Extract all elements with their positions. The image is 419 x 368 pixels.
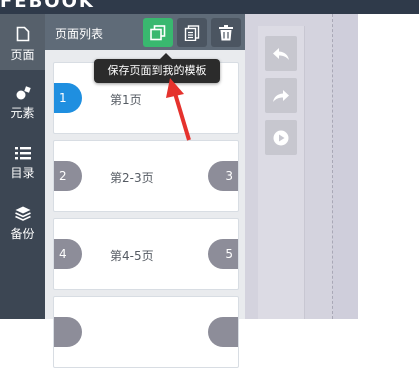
- sidebar-item-pages[interactable]: 页面: [0, 14, 45, 70]
- page-number-badge: 3: [208, 161, 238, 191]
- page-card-4-5[interactable]: 4 第4-5页 5: [53, 218, 239, 290]
- page-number-badge: 2: [54, 161, 82, 191]
- sidebar-item-label: 页面: [10, 48, 35, 62]
- page-number-badge: 5: [208, 239, 238, 269]
- preview-button[interactable]: [265, 120, 297, 155]
- play-icon: [273, 130, 289, 145]
- panel-title: 页面列表: [55, 27, 104, 41]
- canvas-page: [358, 14, 419, 319]
- sidebar-item-elements[interactable]: 元素: [0, 80, 45, 128]
- page-number-badge: 4: [54, 239, 82, 269]
- save-to-templates-tooltip: 保存页面到我的模板: [94, 53, 220, 83]
- document-copy-icon: [184, 24, 200, 41]
- page-card-label: 第2-3页: [110, 171, 154, 185]
- layers-icon: [14, 206, 31, 221]
- sidebar-item-label: 元素: [10, 106, 35, 120]
- page-number-badge: [54, 317, 82, 347]
- page-icon: [16, 26, 29, 42]
- list-icon: [14, 147, 31, 160]
- undo-button[interactable]: [265, 36, 297, 71]
- redo-icon: [273, 89, 289, 102]
- left-sidebar: 页面 元素 目录 备份: [0, 14, 45, 319]
- duplicate-page-button[interactable]: [177, 18, 207, 47]
- canvas-toolstrip: [258, 26, 305, 319]
- redo-button[interactable]: [265, 78, 297, 113]
- undo-icon: [273, 47, 289, 60]
- panel-header: 页面列表: [45, 14, 245, 50]
- page-card-label: 第4-5页: [110, 249, 154, 263]
- sidebar-item-catalog[interactable]: 目录: [0, 140, 45, 188]
- top-bar: FEBOOK: [0, 0, 419, 14]
- copy-icon: [150, 24, 166, 40]
- sidebar-item-backup[interactable]: 备份: [0, 200, 45, 248]
- trash-icon: [219, 24, 233, 40]
- sidebar-item-label: 目录: [10, 166, 35, 180]
- page-number-badge: 1: [54, 83, 82, 113]
- app-logo: FEBOOK: [0, 0, 95, 12]
- page-card-2-3[interactable]: 2 第2-3页 3: [53, 140, 239, 212]
- save-to-templates-button[interactable]: [143, 18, 173, 47]
- page-number-badge: [208, 317, 238, 347]
- page-card-label: 第1页: [110, 93, 142, 107]
- page-card-next[interactable]: [53, 296, 239, 368]
- sidebar-item-label: 备份: [10, 227, 35, 241]
- canvas-margin: [333, 14, 358, 319]
- delete-page-button[interactable]: [211, 18, 241, 47]
- shapes-icon: [16, 86, 31, 100]
